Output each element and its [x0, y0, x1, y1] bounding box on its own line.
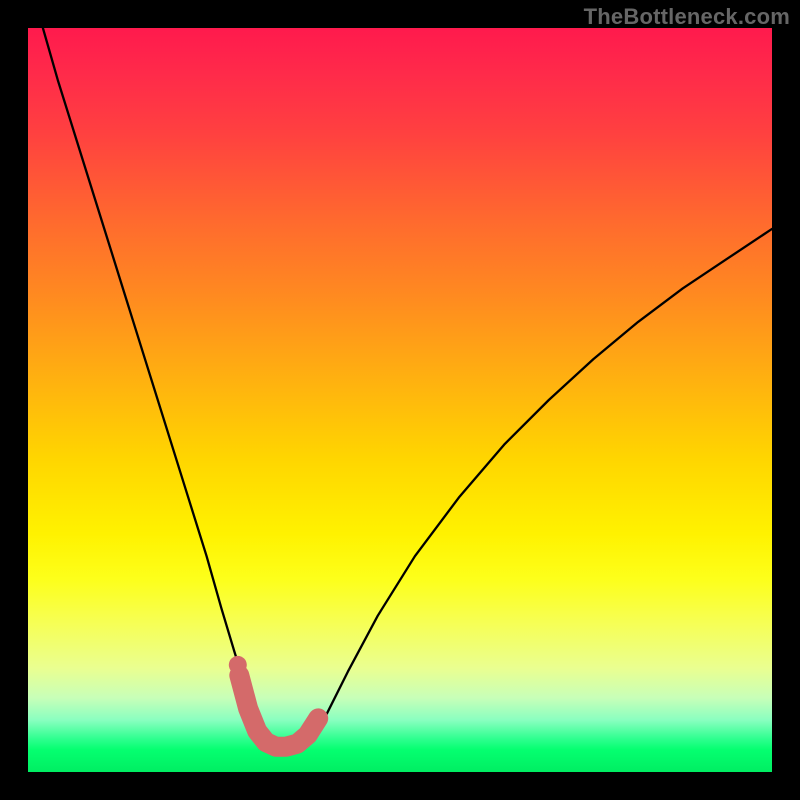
- highlight-band: [239, 675, 318, 746]
- plot-area: [28, 28, 772, 772]
- highlight-dot: [229, 656, 247, 674]
- watermark-text: TheBottleneck.com: [584, 4, 790, 30]
- chart-frame: TheBottleneck.com: [0, 0, 800, 800]
- curve-layer: [28, 28, 772, 772]
- bottleneck-curve: [43, 28, 772, 750]
